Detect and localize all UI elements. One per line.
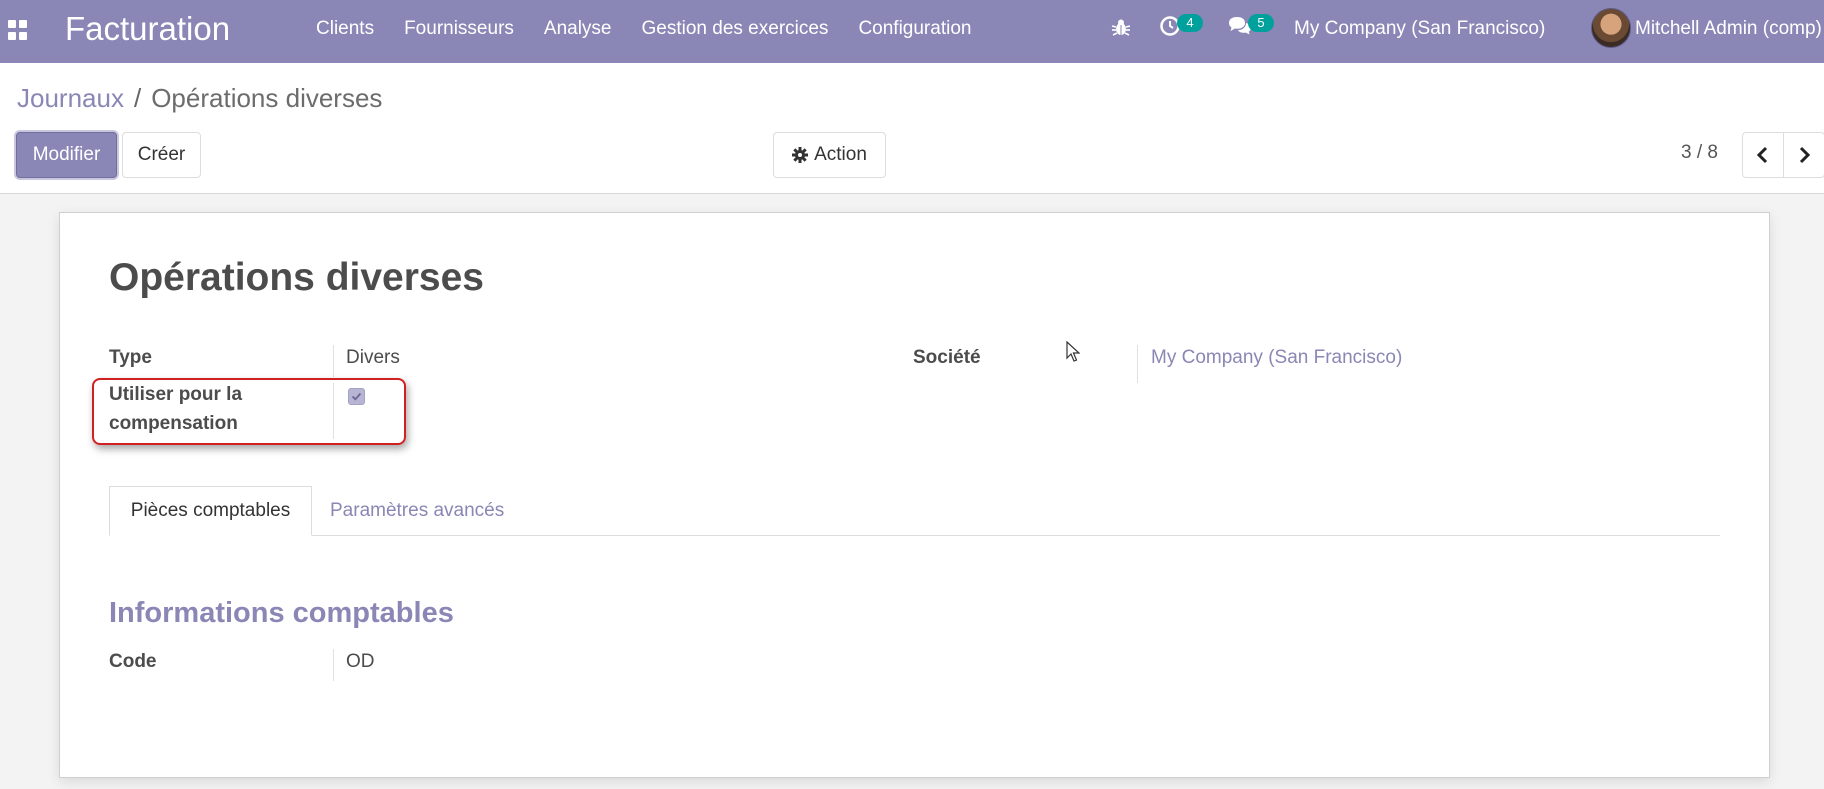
menu-item-fiscal-years[interactable]: Gestion des exercices: [642, 18, 829, 40]
section-title: Informations comptables: [109, 597, 454, 629]
breadcrumb-separator: /: [133, 83, 142, 113]
tab-advanced-settings[interactable]: Paramètres avancés: [330, 500, 504, 522]
highlight-box: [92, 378, 406, 445]
form-sheet: Opérations diverses Type Divers Utiliser…: [59, 212, 1770, 778]
gear-icon: [792, 147, 809, 163]
chevron-left-icon: [1756, 146, 1768, 164]
type-label: Type: [109, 347, 152, 368]
tab-journal-entries[interactable]: Pièces comptables: [109, 486, 312, 536]
company-link[interactable]: My Company (San Francisco): [1151, 343, 1402, 372]
control-panel: Journaux / Opérations diverses Modifier Cr…: [0, 63, 1824, 194]
company-label: Société: [913, 347, 981, 368]
code-value[interactable]: OD: [346, 647, 375, 676]
action-button[interactable]: Action: [773, 132, 886, 178]
type-value: Divers: [346, 347, 400, 368]
tabs-underline: [109, 535, 1720, 536]
main-menu: Clients Fournisseurs Analyse Gestion des…: [316, 18, 1001, 40]
breadcrumb-current: Opérations diverses: [151, 83, 383, 113]
field-divider: [333, 345, 334, 377]
menu-item-suppliers[interactable]: Fournisseurs: [404, 18, 514, 40]
menu-item-analysis[interactable]: Analyse: [544, 18, 612, 40]
messages-badge: 5: [1248, 14, 1274, 32]
app-name[interactable]: Facturation: [65, 10, 230, 48]
mouse-cursor-icon: [1066, 341, 1080, 362]
breadcrumb: Journaux / Opérations diverses: [17, 83, 382, 114]
field-divider: [1137, 345, 1138, 383]
action-label: Action: [814, 144, 867, 165]
bug-icon[interactable]: [1110, 17, 1132, 39]
pager-previous-button[interactable]: [1742, 132, 1784, 178]
page-title: Opérations diverses: [109, 256, 484, 299]
menu-item-clients[interactable]: Clients: [316, 18, 374, 40]
edit-button[interactable]: Modifier: [16, 132, 117, 178]
field-divider: [333, 649, 334, 681]
user-menu[interactable]: Mitchell Admin (comp): [1635, 18, 1822, 40]
pager-next-button[interactable]: [1783, 132, 1824, 178]
menu-item-configuration[interactable]: Configuration: [858, 18, 971, 40]
chevron-right-icon: [1799, 146, 1811, 164]
top-navbar: Facturation Clients Fournisseurs Analyse…: [0, 0, 1824, 64]
pager-value[interactable]: 3 / 8: [1681, 142, 1718, 164]
company-switcher[interactable]: My Company (San Francisco): [1294, 18, 1545, 40]
avatar[interactable]: [1591, 8, 1631, 48]
breadcrumb-journals[interactable]: Journaux: [17, 83, 124, 113]
apps-icon[interactable]: [8, 20, 28, 40]
activities-badge: 4: [1177, 14, 1203, 32]
create-button[interactable]: Créer: [122, 132, 201, 178]
code-label: Code: [109, 651, 157, 672]
